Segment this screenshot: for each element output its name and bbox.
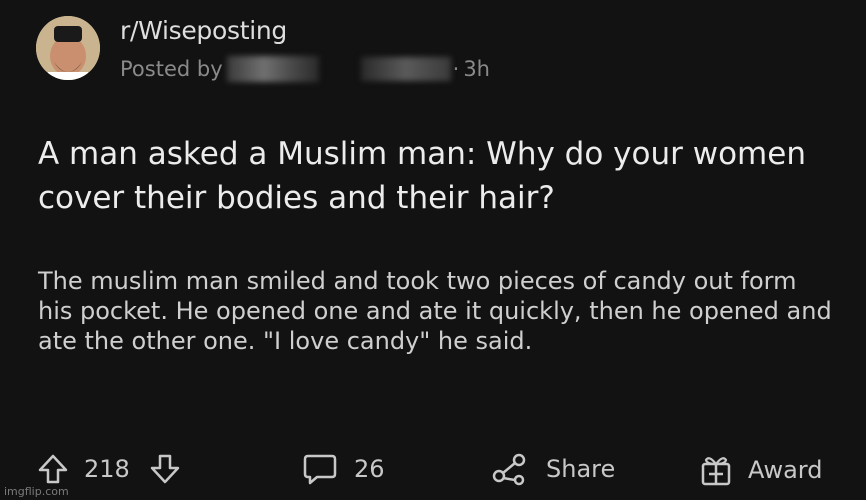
subreddit-avatar[interactable]: [36, 16, 100, 80]
comment-count: 26: [354, 455, 385, 483]
posted-by-label: Posted by: [120, 57, 223, 81]
upvote-icon[interactable]: [36, 452, 70, 486]
share-button[interactable]: Share: [490, 452, 615, 486]
upvote-count: 218: [84, 455, 130, 483]
comment-icon: [302, 452, 338, 486]
downvote-icon[interactable]: [148, 452, 182, 486]
vote-group: 218: [36, 452, 182, 486]
share-icon: [490, 452, 528, 486]
post-actions: 218 26 Share Award: [36, 452, 856, 492]
redacted-username-2: [360, 57, 451, 81]
redacted-username: [226, 56, 319, 82]
post-title[interactable]: A man asked a Muslim man: Why do your wo…: [38, 132, 838, 220]
post-header: r/Wiseposting Posted by · 3h: [36, 14, 836, 84]
award-icon: [698, 452, 734, 488]
share-label: Share: [546, 455, 616, 483]
watermark: imgflip.com: [4, 485, 69, 498]
separator-dot: ·: [452, 57, 460, 81]
award-button[interactable]: Award: [698, 452, 822, 488]
post-time: 3h: [463, 57, 490, 81]
subreddit-name[interactable]: r/Wiseposting: [120, 16, 287, 45]
award-label: Award: [748, 456, 823, 484]
comments-button[interactable]: 26: [302, 452, 385, 486]
post-meta: Posted by · 3h: [120, 56, 490, 82]
post-body: The muslim man smiled and took two piece…: [38, 267, 832, 355]
